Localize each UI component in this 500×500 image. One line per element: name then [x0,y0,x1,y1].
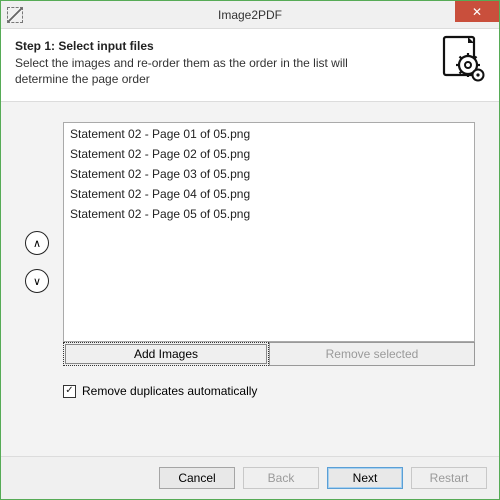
list-item[interactable]: Statement 02 - Page 01 of 05.png [64,124,474,144]
step-title: Step 1: Select input files [15,39,485,53]
reorder-controls: ∧ ∨ [25,231,53,293]
wizard-footer: Cancel Back Next Restart [1,456,499,499]
close-icon: ✕ [472,5,482,19]
add-images-button[interactable]: Add Images [63,342,269,366]
checkbox[interactable]: ✓ [63,385,76,398]
wizard-body: ∧ ∨ Statement 02 - Page 01 of 05.png Sta… [1,102,499,456]
cancel-button[interactable]: Cancel [159,467,235,489]
list-button-row: Add Images Remove selected [63,342,475,366]
remove-selected-button[interactable]: Remove selected [269,342,475,366]
wizard-header: Step 1: Select input files Select the im… [1,29,499,102]
list-item[interactable]: Statement 02 - Page 05 of 05.png [64,204,474,224]
file-list[interactable]: Statement 02 - Page 01 of 05.png Stateme… [63,122,475,342]
app-window: Image2PDF ✕ Step 1: Select input files S… [0,0,500,500]
title-bar: Image2PDF ✕ [1,1,499,29]
move-down-button[interactable]: ∨ [25,269,49,293]
list-item[interactable]: Statement 02 - Page 04 of 05.png [64,184,474,204]
checkbox-label: Remove duplicates automatically [82,384,257,398]
close-button[interactable]: ✕ [455,1,499,22]
window-title: Image2PDF [1,8,499,22]
move-up-button[interactable]: ∧ [25,231,49,255]
list-item[interactable]: Statement 02 - Page 03 of 05.png [64,164,474,184]
settings-gear-icon [441,35,485,83]
back-button[interactable]: Back [243,467,319,489]
restart-button[interactable]: Restart [411,467,487,489]
next-button[interactable]: Next [327,467,403,489]
app-icon [7,7,23,23]
remove-duplicates-option[interactable]: ✓ Remove duplicates automatically [63,384,475,398]
chevron-up-icon: ∧ [33,237,41,250]
list-item[interactable]: Statement 02 - Page 02 of 05.png [64,144,474,164]
step-description: Select the images and re-order them as t… [15,55,385,87]
chevron-down-icon: ∨ [33,275,41,288]
file-list-area: ∧ ∨ Statement 02 - Page 01 of 05.png Sta… [25,122,475,342]
check-icon: ✓ [65,386,73,396]
